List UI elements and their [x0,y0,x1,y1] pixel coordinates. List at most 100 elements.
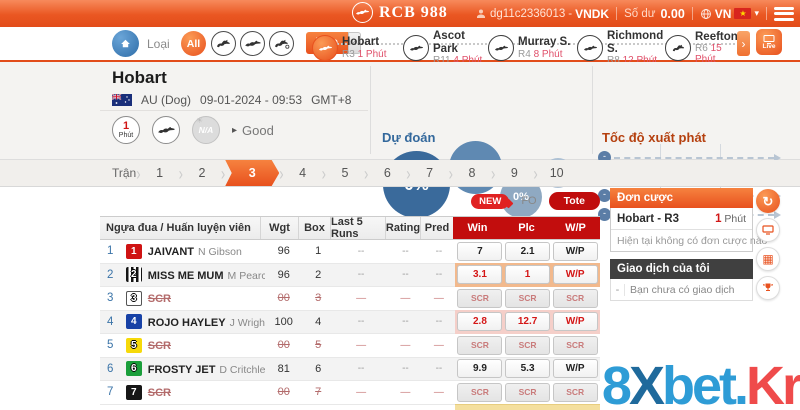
race-tab-2[interactable]: 2 [183,166,221,180]
transactions-empty-text: Bạn chưa có giao dịch [625,284,735,296]
win-odds-button[interactable]: 9.9 [457,359,502,378]
runner-box: 3 [302,292,334,304]
australia-flag-icon [112,94,132,106]
box-rug-icon: 2 [126,267,142,282]
runner-number: 6 [100,363,123,375]
place-odds-button[interactable]: 1 [505,265,550,284]
runner-last5: — [334,340,388,351]
harness-racing-icon[interactable] [269,31,294,56]
top-bar: RCB 988 dg11c2336013 - VNDK Số dư 0.00 V… [0,0,800,27]
greyhound-icon [403,35,429,61]
runner-pred: -- [423,316,456,327]
race-tab-10[interactable]: 10 [538,166,576,180]
tab-separator-icon: › [221,163,225,184]
wp-odds-button[interactable]: W/P [553,312,598,331]
win-odds-button[interactable]: 7 [457,242,502,261]
runner-weight: 100 [265,316,302,328]
fo-tab[interactable]: FO [521,195,536,207]
tab-separator-icon: › [533,163,537,184]
race-tab-6[interactable]: 6 [368,166,406,180]
place-odds-button[interactable]: 2.1 [505,242,550,261]
live-video-button[interactable] [756,218,780,242]
bet-slip-title: Đơn cược [610,188,753,208]
runner-pred: -- [423,363,456,374]
runner-number: 7 [100,386,123,398]
bet-race-countdown: 1 Phút [715,213,746,225]
runner-last5: -- [334,246,388,257]
tab-separator-icon: › [364,163,368,184]
race-info-band: Hobart AU (Dog) 09-01-2024 - 09:53 GMT+8… [0,62,800,160]
race-tab-3[interactable]: 3 [225,160,279,186]
place-odds-button[interactable]: 5.3 [505,359,550,378]
home-icon [119,37,132,50]
trainer-name: D Critchley [219,364,265,376]
race-tab-1[interactable]: 1 [141,166,179,180]
nav-race-richmond-s-[interactable]: Richmond S.R8 12 Phút [577,30,665,66]
bet-slip-race-row: Hobart - R3 1 Phút [611,208,752,230]
win-odds-button: SCR [457,383,502,402]
race-number-tabs: Trận ›1›2›3›4›5›6›7›8›9›10 [0,160,800,187]
tote-tab[interactable]: Tote [549,192,600,210]
box-rug-icon: 6 [126,361,142,376]
greyhound-icon [577,35,603,61]
nav-race-reefton[interactable]: ReeftonR6 15 Phút [665,30,735,66]
venue-title: Hobart [112,68,167,88]
col-pred: Pred [420,217,453,239]
runner-weight: 96 [265,269,302,281]
box-rug-icon: 7 [126,385,142,400]
refresh-button[interactable]: ↻ [756,189,780,213]
race-tab-9[interactable]: 9 [495,166,533,180]
race-venue-name: Murray S. [518,36,570,49]
side-tool-column: ↻ ▦ [756,189,780,300]
race-venue-name: Hobart [342,36,387,49]
greyhound-racing-icon[interactable] [240,31,265,56]
home-button[interactable] [112,30,139,57]
grid-view-button[interactable]: ▦ [756,247,780,271]
tab-separator-icon: › [491,163,495,184]
transactions-empty-row: - Bạn chưa có giao dịch [610,279,753,301]
race-venue-name: Reefton [695,31,738,44]
box-rug-icon: 3 [126,291,142,306]
track-condition: ▸ Good [232,123,274,138]
runner-row: 11JAIVANTN Gibson961------72.1W/P [100,240,600,264]
tab-separator-icon: › [406,163,410,184]
runner-name: SCR [148,387,171,399]
brand-logo[interactable]: RCB 988 [352,2,448,23]
runner-pred: — [423,340,456,351]
divider [692,7,693,20]
horse-racing-icon[interactable] [211,31,236,56]
win-odds-button[interactable]: 2.8 [457,312,502,331]
user-account[interactable]: dg11c2336013 - VNDK [475,7,609,21]
runners-table-header: Ngựa đua / Huấn luyện viên Wgt Box Last … [100,216,600,240]
runner-name: MISS ME MUM [148,270,224,282]
place-odds-button[interactable]: 12.7 [505,312,550,331]
wp-odds-button[interactable]: W/P [553,265,598,284]
runner-box: 7 [302,386,334,398]
race-tab-4[interactable]: 4 [284,166,322,180]
brand-name: RCB 988 [379,4,448,22]
col-plc: Plc [502,217,551,239]
wp-odds-button[interactable]: W/P [553,359,598,378]
nav-race-ascot-park[interactable]: Ascot ParkR11 4 Phút [403,30,488,66]
divider [370,66,371,154]
race-tab-5[interactable]: 5 [326,166,364,180]
wp-odds-button[interactable]: W/P [553,242,598,261]
weather-value: N/A [199,126,214,135]
runner-row: 44ROJO HAYLEYJ Wright1004------2.812.7W/… [100,311,600,335]
win-odds-button[interactable]: 3.1 [457,265,502,284]
race-tab-8[interactable]: 8 [453,166,491,180]
menu-button[interactable] [774,7,794,21]
bet-race-label: Hobart - R3 [617,213,679,225]
live-button[interactable]: Live [756,29,782,55]
runner-number: 2 [100,269,123,281]
race-tab-7[interactable]: 7 [411,166,449,180]
trainer-name: M Pearce [228,270,265,282]
locale-selector[interactable]: VN ★ ▾ [700,7,759,21]
greyhound-badge-icon [152,116,180,144]
countdown-badge: 1 Phút [112,116,140,144]
scroll-right-button[interactable]: › [737,31,750,56]
nav-race-murray-s-[interactable]: Murray S.R4 8 Phút [488,30,577,66]
filter-all-button[interactable]: All [181,31,206,56]
results-button[interactable] [756,276,780,300]
nav-race-hobart[interactable]: HobartR3 1 Phút [312,30,403,66]
